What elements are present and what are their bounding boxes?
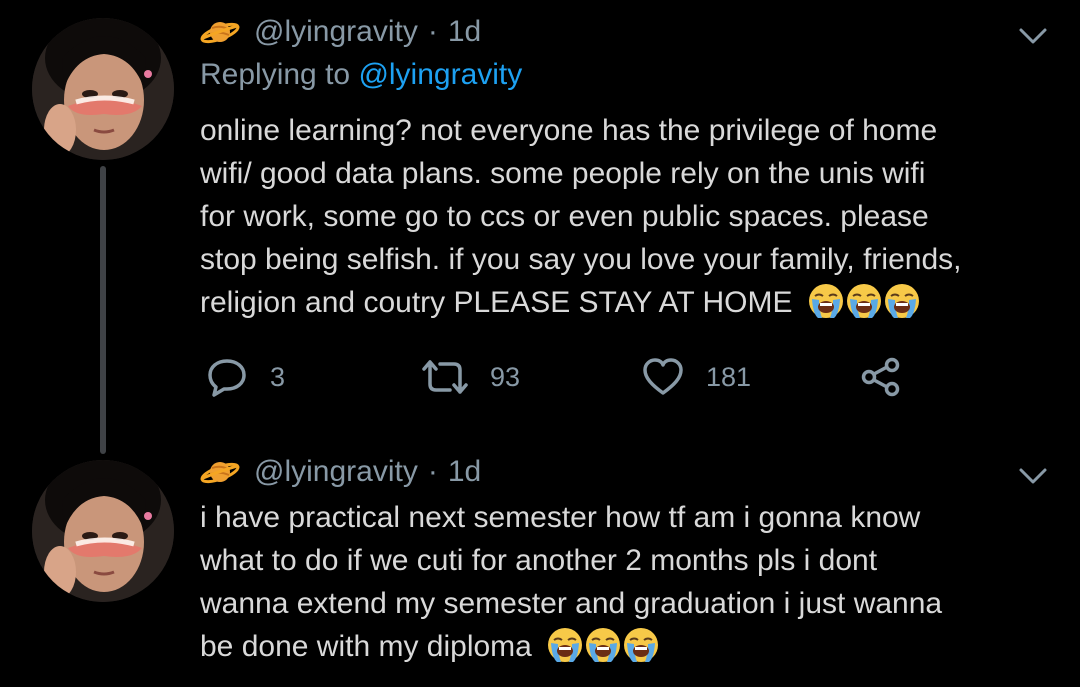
replying-to: Replying to @lyingravity: [200, 58, 522, 92]
user-handle[interactable]: @lyingravity: [254, 455, 418, 489]
timestamp[interactable]: 1d: [448, 15, 481, 49]
replying-label: Replying to: [200, 58, 359, 91]
separator: ·: [427, 15, 438, 48]
loudly-crying-face-icon: [585, 627, 622, 663]
thread-line: [100, 166, 106, 454]
replying-handle-link[interactable]: @lyingravity: [358, 58, 522, 91]
tweet-1[interactable]: @lyingravity · 1d Replying to @lyingravi…: [0, 0, 1080, 454]
reply-count: 3: [270, 361, 286, 392]
loudly-crying-face-icon: [547, 627, 584, 663]
avatar[interactable]: [32, 18, 174, 160]
share-button[interactable]: [860, 352, 902, 402]
ringed-planet-icon: [200, 19, 240, 47]
separator: ·: [427, 455, 438, 488]
timestamp[interactable]: 1d: [448, 455, 481, 489]
ringed-planet-icon: [200, 459, 240, 487]
tweet-header: @lyingravity · 1d: [200, 452, 481, 492]
retweet-count: 93: [490, 361, 521, 392]
chevron-down-icon[interactable]: [1018, 26, 1048, 46]
loudly-crying-face-icon: [845, 283, 882, 319]
emoji-row: [546, 626, 660, 676]
share-icon: [861, 357, 900, 397]
tweet-actions: 3 93 181: [200, 352, 940, 402]
reply-button[interactable]: 3: [206, 352, 285, 402]
retweet-button[interactable]: 93: [422, 352, 520, 402]
avatar[interactable]: [32, 460, 174, 602]
loudly-crying-face-icon: [883, 283, 920, 319]
tweet-2[interactable]: @lyingravity · 1d i have practical next …: [0, 440, 1080, 687]
heart-icon: [643, 358, 683, 395]
user-handle[interactable]: @lyingravity: [254, 15, 418, 49]
tweet-header: @lyingravity · 1d: [200, 12, 481, 52]
reply-icon: [208, 359, 246, 397]
tweet-text: online learning? not everyone has the pr…: [200, 109, 1060, 332]
loudly-crying-face-icon: [807, 283, 844, 319]
like-count: 181: [706, 361, 752, 392]
chevron-down-icon[interactable]: [1018, 466, 1048, 486]
loudly-crying-face-icon: [623, 627, 660, 663]
retweet-icon: [422, 360, 468, 394]
like-button[interactable]: 181: [642, 352, 751, 402]
tweet-text: i have practical next semester how tf am…: [200, 496, 1060, 676]
emoji-row: [807, 282, 921, 332]
